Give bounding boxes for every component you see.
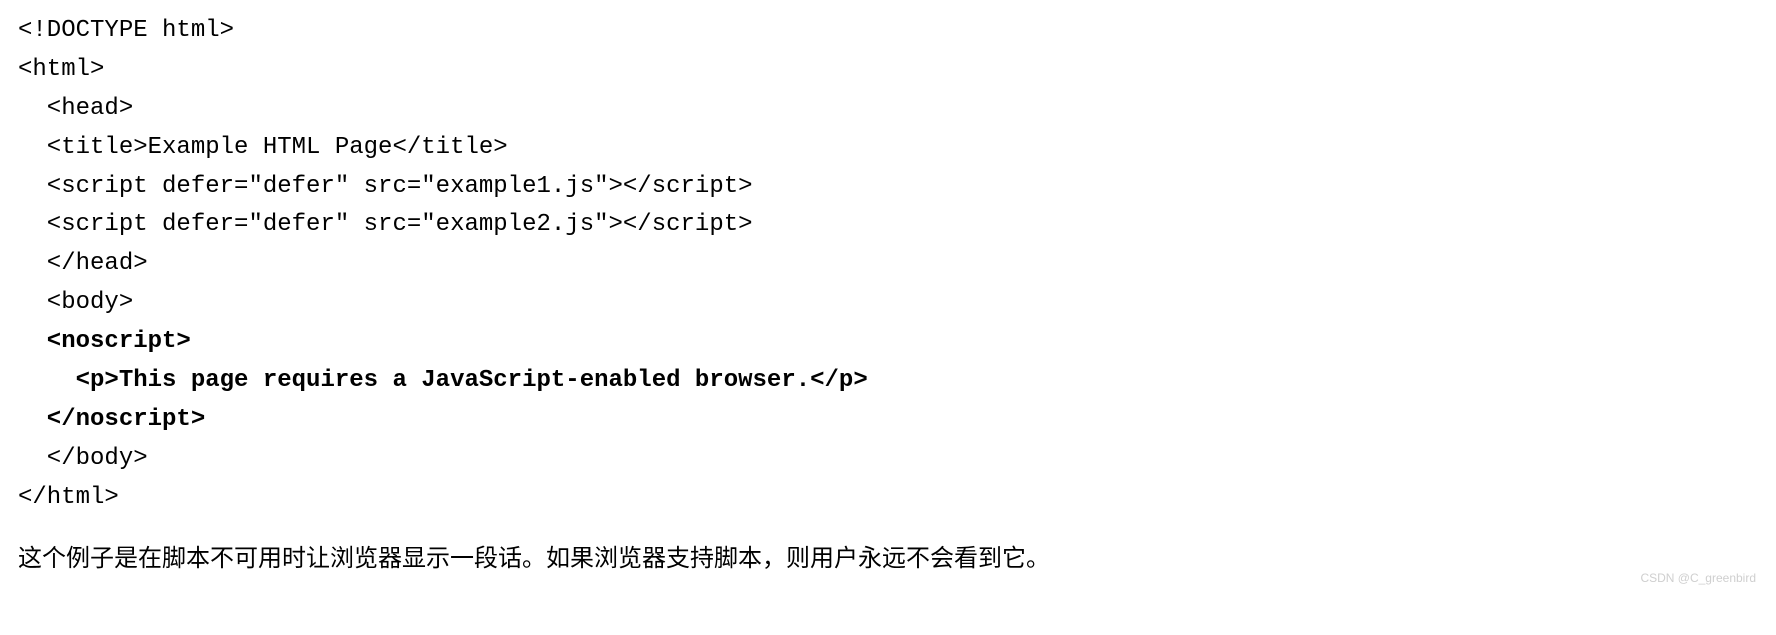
code-line: <script defer="defer" src="example2.js">… bbox=[18, 211, 753, 238]
code-line: <script defer="defer" src="example1.js">… bbox=[18, 173, 753, 200]
watermark-text: CSDN @C_greenbird bbox=[18, 571, 1756, 585]
code-line: <body> bbox=[18, 289, 133, 316]
code-line: </body> bbox=[18, 445, 148, 472]
code-line: <!DOCTYPE html> bbox=[18, 17, 234, 44]
code-line: </head> bbox=[18, 250, 148, 277]
code-line-bold: <noscript> bbox=[18, 328, 191, 355]
code-block: <!DOCTYPE html> <html> <head> <title>Exa… bbox=[18, 12, 1758, 517]
code-line: <html> bbox=[18, 56, 104, 83]
code-line-bold: </noscript> bbox=[18, 406, 205, 433]
code-line: <head> bbox=[18, 95, 133, 122]
code-line-bold: <p>This page requires a JavaScript-enabl… bbox=[18, 367, 868, 394]
code-line: </html> bbox=[18, 484, 119, 511]
code-line: <title>Example HTML Page</title> bbox=[18, 134, 508, 161]
